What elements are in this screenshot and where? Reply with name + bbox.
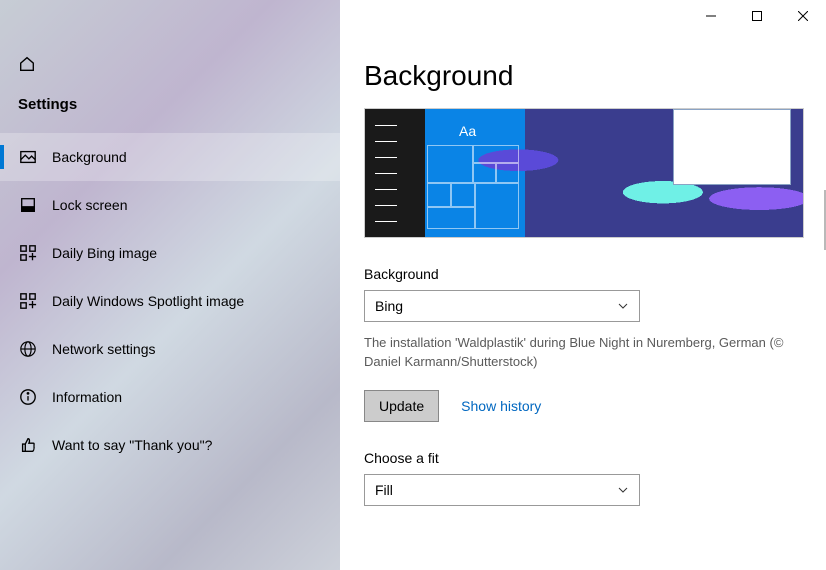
background-dropdown[interactable]: Bing [364,290,640,322]
sidebar-item-network[interactable]: Network settings [0,325,340,373]
fit-dropdown-value: Fill [375,482,393,498]
chevron-down-icon [617,300,629,312]
sidebar-item-label: Network settings [52,341,155,357]
maximize-button[interactable] [734,0,780,32]
background-dropdown-value: Bing [375,298,403,314]
sidebar-item-label: Background [52,149,127,165]
sidebar-item-daily-spotlight[interactable]: Daily Windows Spotlight image [0,277,340,325]
sidebar-item-daily-bing[interactable]: Daily Bing image [0,229,340,277]
sidebar-heading: Settings [18,96,340,113]
apps-icon [18,291,38,311]
close-button[interactable] [780,0,826,32]
sidebar-item-label: Lock screen [52,197,127,213]
main-content: Background Aa Background Bing The instal… [340,0,826,570]
sidebar-item-label: Daily Windows Spotlight image [52,293,244,309]
sidebar-item-background[interactable]: Background [0,133,340,181]
minimize-icon [706,11,716,21]
window-controls [688,0,826,32]
sidebar-item-information[interactable]: Information [0,373,340,421]
info-icon [18,387,38,407]
fit-label: Choose a fit [364,450,806,466]
image-caption: The installation 'Waldplastik' during Bl… [364,334,804,372]
sidebar-item-thanks[interactable]: Want to say "Thank you"? [0,421,340,469]
page-title: Background [364,60,806,92]
globe-icon [18,339,38,359]
background-label: Background [364,266,806,282]
sidebar-item-lock-screen[interactable]: Lock screen [0,181,340,229]
thumbs-up-icon [18,435,38,455]
sidebar-item-label: Information [52,389,122,405]
maximize-icon [752,11,762,21]
lock-screen-icon [18,195,38,215]
chevron-down-icon [617,484,629,496]
apps-icon [18,243,38,263]
close-icon [798,11,808,21]
preview-sample-text: Aa [459,123,476,139]
update-button[interactable]: Update [364,390,439,422]
settings-window: Settings Background Lock screen Daily Bi… [0,0,826,570]
sidebar-item-label: Want to say "Thank you"? [52,437,212,453]
sidebar-item-label: Daily Bing image [52,245,157,261]
minimize-button[interactable] [688,0,734,32]
preview-tiles [427,145,523,231]
show-history-link[interactable]: Show history [461,398,541,414]
fit-dropdown[interactable]: Fill [364,474,640,506]
home-button[interactable] [18,55,340,78]
preview-window [673,109,791,185]
desktop-preview: Aa [364,108,804,238]
image-icon [18,147,38,167]
home-icon [18,55,36,73]
sidebar: Settings Background Lock screen Daily Bi… [0,0,340,570]
preview-taskbar-ticks [375,117,403,229]
